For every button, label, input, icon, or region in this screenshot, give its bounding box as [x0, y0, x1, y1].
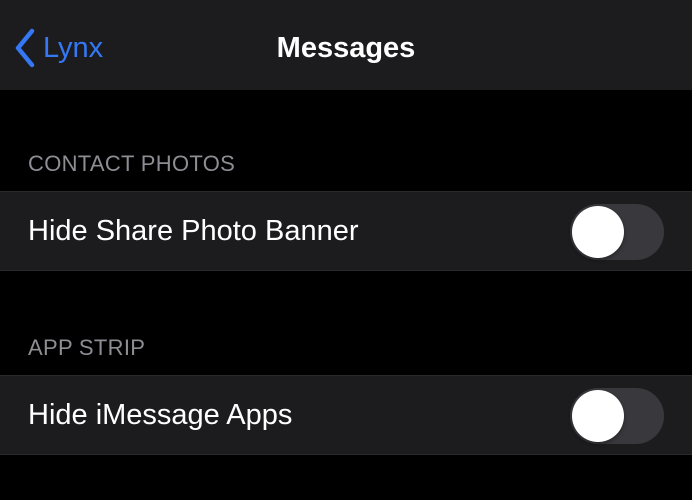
page-title: Messages	[276, 32, 416, 64]
hide-imessage-apps-toggle[interactable]	[570, 388, 664, 444]
setting-label: Hide iMessage Apps	[28, 399, 293, 431]
setting-row-hide-imessage-apps: Hide iMessage Apps	[0, 375, 692, 455]
navigation-bar: Lynx Messages	[0, 0, 692, 90]
section-header-app-strip: APP STRIP	[28, 335, 146, 360]
section-header-contact-photos: CONTACT PHOTOS	[28, 151, 236, 176]
toggle-knob	[572, 206, 624, 258]
setting-label: Hide Share Photo Banner	[28, 215, 359, 247]
toggle-knob	[572, 390, 624, 442]
hide-share-photo-banner-toggle[interactable]	[570, 204, 664, 260]
setting-row-hide-share-photo-banner: Hide Share Photo Banner	[0, 191, 692, 271]
